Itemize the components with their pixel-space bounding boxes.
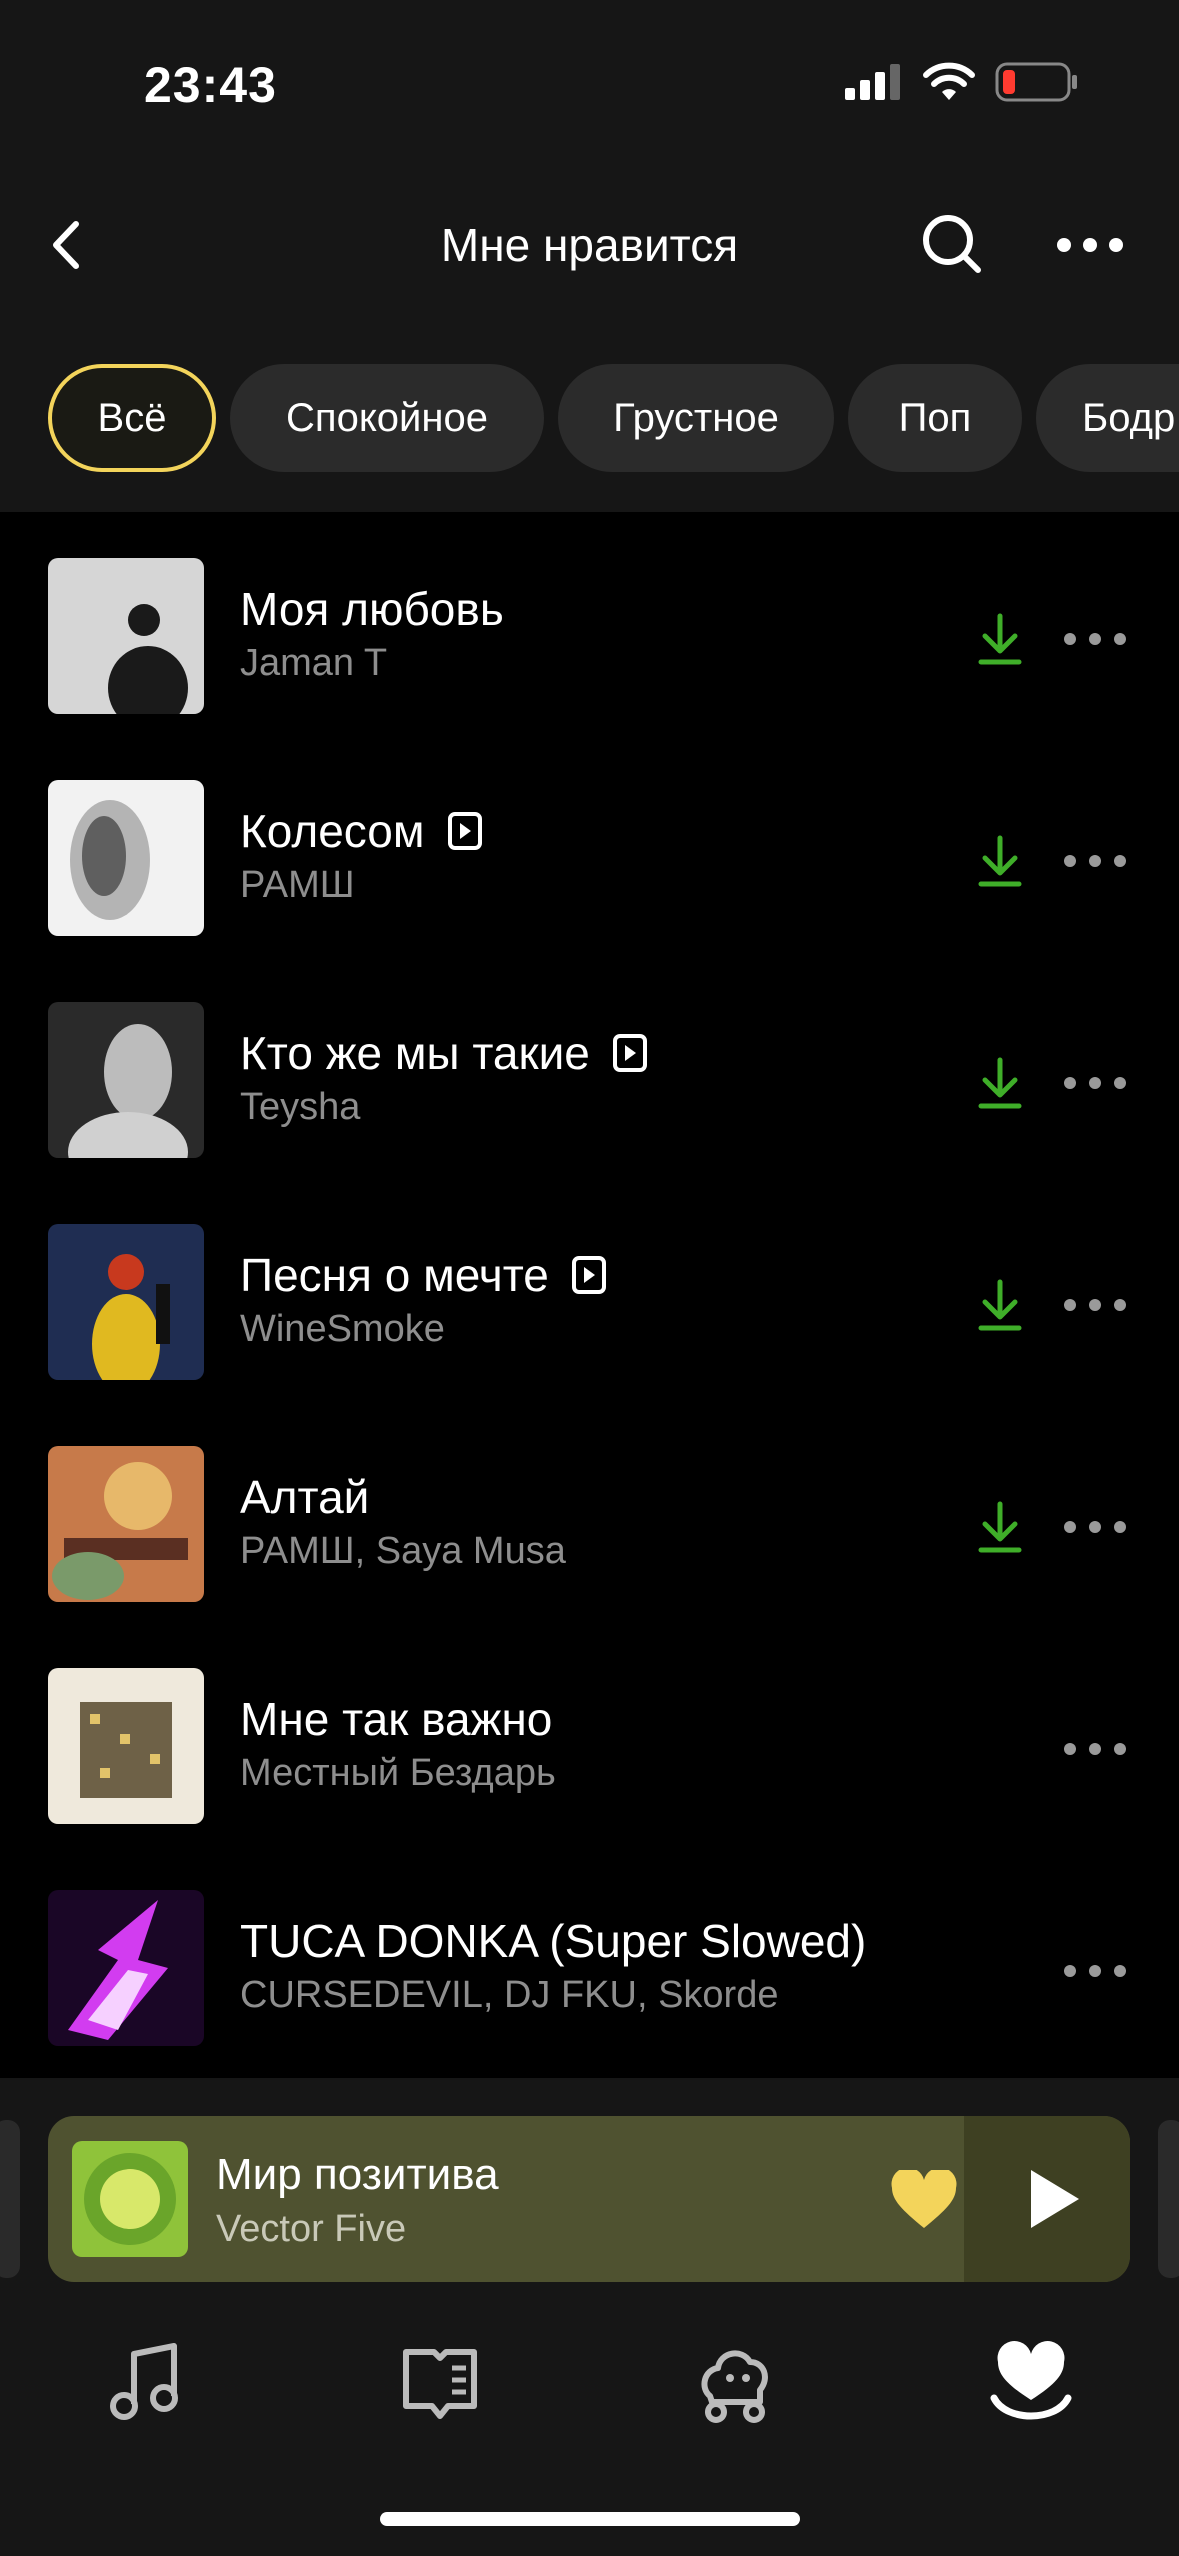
downloaded-icon [978, 1279, 1022, 1331]
track-more-icon[interactable] [1060, 624, 1130, 654]
track-more-icon[interactable] [1060, 846, 1130, 876]
track-artist: Местный Бездарь [240, 1752, 556, 1794]
track-artist: CURSEDEVIL, DJ FKU, Skorde [240, 1974, 779, 2016]
chip-pop[interactable]: Поп [848, 364, 1022, 472]
chip-energetic[interactable]: Бодр [1036, 364, 1179, 472]
track-row[interactable]: Кто же мы такие Teysha [0, 956, 1179, 1178]
kids-icon[interactable] [690, 2340, 780, 2430]
track-artist: Teysha [240, 1086, 361, 1128]
downloaded-icon [978, 613, 1022, 665]
home-indicator [380, 2512, 800, 2526]
mini-player-title: Мир позитива [216, 2150, 499, 2199]
downloaded-icon [978, 1501, 1022, 1553]
track-more-icon[interactable] [1060, 1512, 1130, 1542]
mini-player-cover [72, 2141, 188, 2257]
header: Мне нравится [0, 170, 1179, 320]
page-title: Мне нравится [440, 219, 739, 271]
track-cover [48, 1668, 204, 1824]
track-more-icon[interactable] [1060, 1956, 1130, 1986]
track-title: Кто же мы такие [240, 1026, 648, 1080]
mini-player[interactable]: Мир позитива Vector Five [48, 2116, 1130, 2282]
track-cover [48, 1002, 204, 1158]
chip-all[interactable]: Всё [48, 364, 216, 472]
track-artist: Jaman T [240, 642, 388, 684]
track-cover [48, 558, 204, 714]
track-more-icon[interactable] [1060, 1734, 1130, 1764]
track-title: Песня о мечте [240, 1248, 607, 1302]
prev-track-card[interactable] [0, 2120, 20, 2278]
track-artist: РАМШ, Saya Musa [240, 1530, 566, 1572]
video-clip-icon [447, 812, 482, 850]
track-row[interactable]: Алтай РАМШ, Saya Musa [0, 1400, 1179, 1622]
track-title: Алтай [240, 1471, 370, 1523]
track-row[interactable]: Мне так важно Местный Бездарь [0, 1622, 1179, 1844]
signal-icon [845, 64, 900, 100]
track-row[interactable]: Песня о мечте WineSmoke [0, 1178, 1179, 1400]
track-artist: WineSmoke [240, 1308, 445, 1350]
search-icon[interactable] [912, 204, 992, 284]
track-row[interactable]: Моя любовь Jaman T [0, 512, 1179, 734]
track-artist: РАМШ [240, 864, 355, 906]
chip-sad[interactable]: Грустное [558, 364, 834, 472]
video-clip-icon [571, 1256, 606, 1294]
track-row[interactable]: Колесом РАМШ [0, 734, 1179, 956]
track-title: Моя любовь [240, 583, 504, 635]
track-more-icon[interactable] [1060, 1068, 1130, 1098]
track-title: TUCA DONKA (Super Slowed) [240, 1915, 867, 1967]
track-cover [48, 1446, 204, 1602]
tab-bar [0, 2300, 1179, 2460]
battery-low-icon [995, 62, 1077, 102]
status-bar: 23:43 [0, 0, 1179, 170]
wifi-icon [923, 62, 975, 100]
heart-collection-icon[interactable] [986, 2340, 1076, 2430]
downloaded-icon [978, 835, 1022, 887]
book-icon[interactable] [396, 2340, 486, 2430]
music-note-icon[interactable] [100, 2340, 190, 2430]
like-heart-icon[interactable] [890, 2170, 958, 2230]
next-track-card[interactable] [1158, 2120, 1179, 2278]
track-cover [48, 1224, 204, 1380]
status-time: 23:43 [144, 57, 277, 113]
downloaded-icon [978, 1057, 1022, 1109]
video-clip-icon [612, 1034, 647, 1072]
chip-calm[interactable]: Спокойное [230, 364, 544, 472]
track-cover [48, 780, 204, 936]
track-title: Колесом [240, 804, 483, 858]
track-more-icon[interactable] [1060, 1290, 1130, 1320]
status-icons [845, 62, 1079, 102]
more-icon[interactable] [1050, 210, 1130, 280]
track-row[interactable]: TUCA DONKA (Super Slowed) CURSEDEVIL, DJ… [0, 1844, 1179, 2066]
filter-chips: Всё Спокойное Грустное Поп Бодр [0, 320, 1179, 512]
track-cover [48, 1890, 204, 2046]
track-title: Мне так важно [240, 1693, 553, 1745]
play-icon[interactable] [1023, 2166, 1083, 2232]
mini-player-artist: Vector Five [216, 2208, 407, 2250]
